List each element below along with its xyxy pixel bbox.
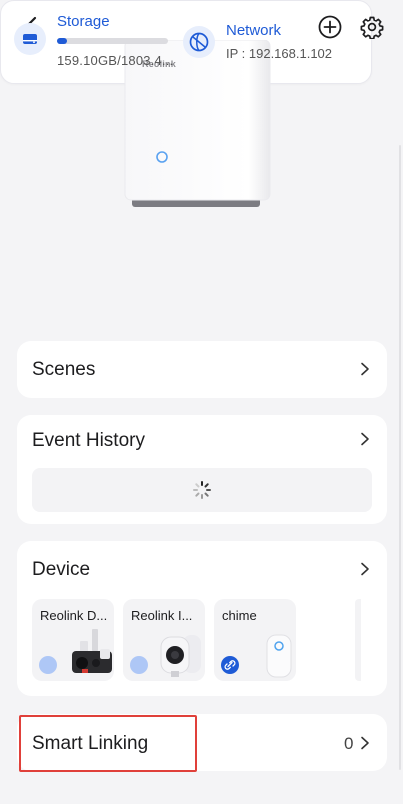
event-history-preview bbox=[32, 468, 372, 512]
smart-linking-count: 0 bbox=[344, 734, 354, 753]
network-icon bbox=[183, 26, 215, 58]
camera-image bbox=[72, 629, 112, 673]
chevron-right-icon bbox=[361, 362, 369, 376]
network-ip: IP : 192.168.1.102 bbox=[226, 46, 333, 61]
chime-image bbox=[266, 634, 292, 678]
plus-circle-icon bbox=[318, 15, 342, 39]
device-item-partial bbox=[355, 599, 361, 681]
chevron-right-icon bbox=[361, 736, 369, 750]
device-name: Reolink D... bbox=[40, 608, 108, 623]
add-button[interactable] bbox=[315, 12, 345, 42]
storage-usage-fill bbox=[57, 38, 67, 44]
device-item[interactable]: chime bbox=[214, 599, 296, 681]
storage-icon bbox=[14, 23, 46, 55]
storage-usage-bar bbox=[57, 38, 168, 44]
settings-button[interactable] bbox=[357, 12, 387, 42]
link-icon bbox=[130, 656, 148, 674]
event-history-title: Event History bbox=[32, 430, 145, 451]
device-item[interactable]: Reolink D... bbox=[32, 599, 114, 681]
highlight-box bbox=[19, 715, 197, 772]
gear-icon bbox=[360, 16, 384, 39]
device-title: Device bbox=[32, 559, 91, 580]
chevron-right-icon bbox=[361, 562, 369, 576]
device-name: Reolink I... bbox=[131, 608, 193, 623]
scenes-title: Scenes bbox=[32, 359, 96, 380]
scrollbar[interactable] bbox=[399, 145, 401, 770]
storage-label[interactable]: Storage bbox=[57, 13, 110, 30]
network-label[interactable]: Network bbox=[226, 22, 281, 39]
storage-value: 159.10GB/1803.4... bbox=[57, 53, 174, 68]
link-icon bbox=[39, 656, 57, 674]
device-name: chime bbox=[222, 608, 257, 623]
event-history-card[interactable]: Event History bbox=[17, 415, 387, 524]
link-icon bbox=[221, 656, 239, 674]
device-item[interactable]: Reolink I... bbox=[123, 599, 205, 681]
loading-spinner-icon bbox=[193, 481, 211, 499]
chevron-right-icon bbox=[361, 432, 369, 446]
camera-image bbox=[160, 635, 201, 677]
scenes-card[interactable]: Scenes bbox=[17, 341, 387, 398]
